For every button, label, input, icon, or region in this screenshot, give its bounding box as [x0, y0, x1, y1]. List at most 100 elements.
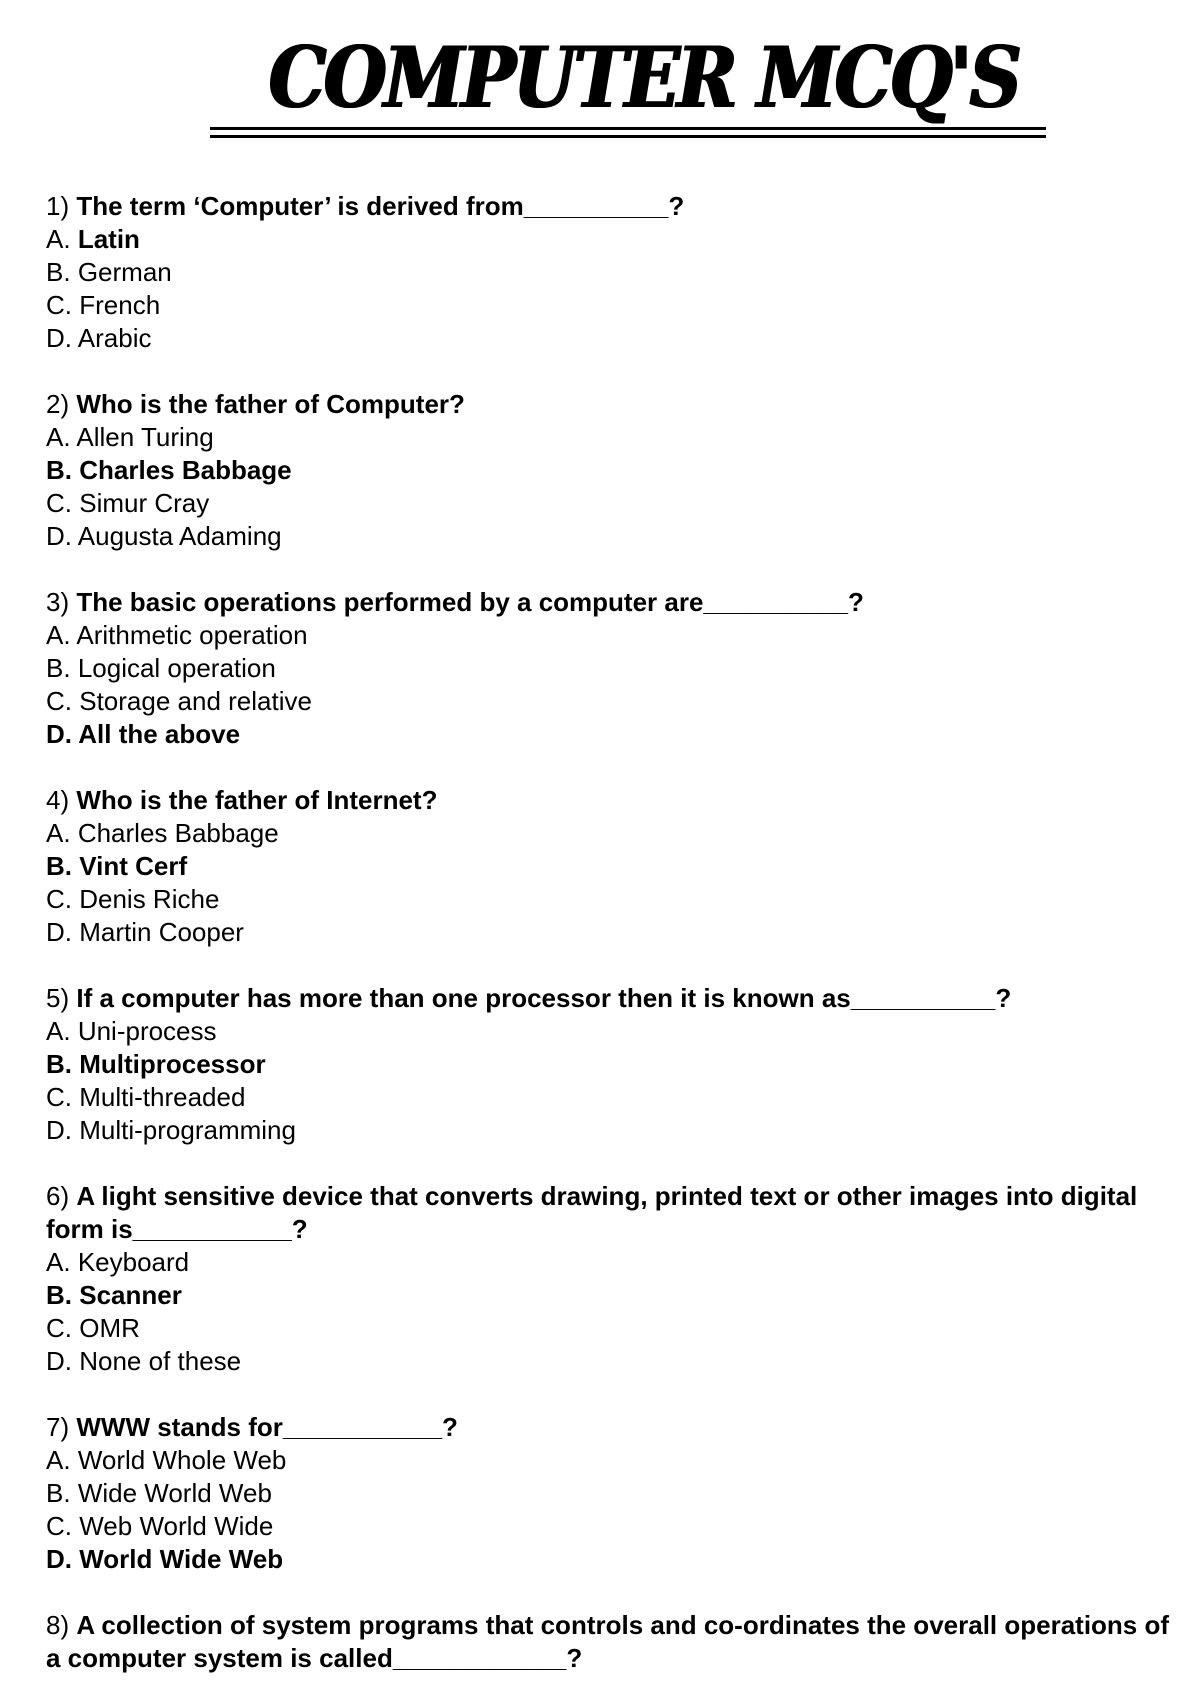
title-underline-top — [210, 127, 1046, 130]
option-text: Storage and relative — [79, 686, 312, 716]
question-text: The basic operations performed by a comp… — [76, 587, 864, 617]
answer-option: D. None of these — [46, 1345, 1176, 1378]
option-text: All the above — [78, 719, 241, 749]
option-text: Charles Babbage — [77, 818, 279, 848]
question-text: A collection of system programs that con… — [46, 1610, 1170, 1673]
answer-option: B. German — [46, 256, 1176, 289]
answer-option: D. Augusta Adaming — [46, 520, 1176, 553]
question-number: 6) — [46, 1181, 70, 1211]
option-letter: C. — [46, 884, 72, 914]
answer-option-correct: D. All the above — [46, 718, 1176, 751]
option-letter: D. — [46, 1346, 72, 1376]
question-prompt: 7) WWW stands for___________? — [46, 1411, 1176, 1444]
option-letter: B. — [46, 1478, 71, 1508]
answer-option-correct: B. Scanner — [46, 1279, 1176, 1312]
option-letter: A. — [46, 1247, 71, 1277]
answer-option: D. Multi-programming — [46, 1114, 1176, 1147]
option-letter: B. — [46, 1280, 72, 1310]
option-letter: C. — [46, 1082, 72, 1112]
option-text: Vint Cerf — [79, 851, 188, 881]
answer-option: B. Logical operation — [46, 652, 1176, 685]
question-block: 6) A light sensitive device that convert… — [46, 1180, 1176, 1378]
option-text: Latin — [77, 224, 140, 254]
option-text: Scanner — [79, 1280, 182, 1310]
option-letter: C. — [46, 1313, 72, 1343]
question-prompt: 6) A light sensitive device that convert… — [46, 1180, 1176, 1246]
option-letter: D. — [46, 521, 72, 551]
question-block: 5) If a computer has more than one proce… — [46, 982, 1176, 1147]
answer-option: B. Wide World Web — [46, 1477, 1176, 1510]
option-letter: C. — [46, 686, 72, 716]
option-letter: A. — [46, 620, 71, 650]
answer-option: D. Martin Cooper — [46, 916, 1176, 949]
question-prompt: 5) If a computer has more than one proce… — [46, 982, 1176, 1015]
question-text: Who is the father of Computer? — [76, 389, 465, 419]
option-letter: D. — [46, 1544, 72, 1574]
question-block: 4) Who is the father of Internet? A. Char… — [46, 784, 1176, 949]
option-letter: D. — [46, 323, 72, 353]
answer-option: A. Charles Babbage — [46, 817, 1176, 850]
option-text: Web World Wide — [79, 1511, 274, 1541]
option-text: Denis Riche — [79, 884, 220, 914]
option-text: Allen Turing — [76, 422, 214, 452]
option-letter: A. — [46, 1445, 71, 1475]
question-text: Who is the father of Internet? — [76, 785, 438, 815]
answer-option: C. Denis Riche — [46, 883, 1176, 916]
answer-option-correct: B. Vint Cerf — [46, 850, 1176, 883]
option-text: Arabic — [77, 323, 152, 353]
question-prompt: 2) Who is the father of Computer? — [46, 388, 1176, 421]
option-letter: D. — [46, 1115, 72, 1145]
option-text: None of these — [79, 1346, 242, 1376]
question-text: The term ‘Computer’ is derived from_____… — [76, 191, 685, 221]
option-text: Arithmetic operation — [76, 620, 308, 650]
page-title: COMPUTER MCQ'S — [268, 28, 1022, 127]
question-block: 7) WWW stands for___________? A. World Wh… — [46, 1411, 1176, 1576]
question-number: 2) — [46, 389, 70, 419]
question-number: 7) — [46, 1412, 70, 1442]
option-text: Augusta Adaming — [77, 521, 282, 551]
answer-option: C. OMR — [46, 1312, 1176, 1345]
question-prompt: 1) The term ‘Computer’ is derived from__… — [46, 190, 1176, 223]
option-text: Multiprocessor — [79, 1049, 266, 1079]
option-text: Simur Cray — [79, 488, 210, 518]
answer-option: D. Arabic — [46, 322, 1176, 355]
answer-option: C. French — [46, 289, 1176, 322]
question-prompt: 3) The basic operations performed by a c… — [46, 586, 1176, 619]
option-letter: A. — [46, 422, 71, 452]
question-prompt: 4) Who is the father of Internet? — [46, 784, 1176, 817]
question-text: A light sensitive device that converts d… — [46, 1181, 1138, 1244]
option-text: World Wide Web — [79, 1544, 284, 1574]
question-number: 4) — [46, 785, 70, 815]
question-block: 8) A collection of system programs that … — [46, 1609, 1176, 1675]
option-text: Multi-threaded — [79, 1082, 246, 1112]
option-letter: C. — [46, 1511, 72, 1541]
option-letter: B. — [46, 851, 72, 881]
option-letter: B. — [46, 1049, 72, 1079]
page-title-wrap: COMPUTER MCQ'S — [210, 30, 1046, 142]
option-letter: D. — [46, 719, 72, 749]
option-letter: C. — [46, 290, 72, 320]
answer-option: A. World Whole Web — [46, 1444, 1176, 1477]
option-text: German — [77, 257, 172, 287]
title-underline-bottom — [210, 135, 1046, 138]
option-letter: A. — [46, 1016, 71, 1046]
option-letter: C. — [46, 488, 72, 518]
option-text: Multi-programming — [79, 1115, 296, 1145]
answer-option: C. Web World Wide — [46, 1510, 1176, 1543]
option-text: Keyboard — [77, 1247, 190, 1277]
question-text: If a computer has more than one processo… — [76, 983, 1012, 1013]
option-letter: B. — [46, 257, 71, 287]
question-block: 3) The basic operations performed by a c… — [46, 586, 1176, 751]
question-block: 1) The term ‘Computer’ is derived from__… — [46, 190, 1176, 355]
option-text: World Whole Web — [77, 1445, 287, 1475]
option-text: Charles Babbage — [79, 455, 292, 485]
answer-option-correct: B. Multiprocessor — [46, 1048, 1176, 1081]
answer-option: C. Multi-threaded — [46, 1081, 1176, 1114]
option-letter: A. — [46, 224, 71, 254]
question-block: 2) Who is the father of Computer? A. Alle… — [46, 388, 1176, 553]
option-text: Wide World Web — [77, 1478, 272, 1508]
answer-option: A. Allen Turing — [46, 421, 1176, 454]
answer-option-correct: D. World Wide Web — [46, 1543, 1176, 1576]
option-letter: D. — [46, 917, 72, 947]
option-text: Martin Cooper — [79, 917, 244, 947]
